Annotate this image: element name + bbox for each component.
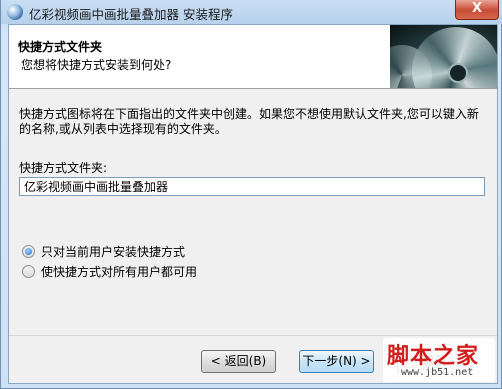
radio-button-unchecked[interactable] [22,265,35,278]
wizard-client-area: 快捷方式文件夹 您想将快捷方式安装到何处? 快捷方式图标将在下面指出的文件夹中创… [8,24,498,384]
description-text: 快捷方式图标将在下面指出的文件夹中创建。如果您不想使用默认文件夹,您可以键入新的… [19,107,479,136]
back-button[interactable]: < 返回(B) [201,350,276,373]
cd-disc-hole [448,63,468,83]
page-subtitle: 您想将快捷方式安装到何处? [21,58,172,72]
installer-window: 亿彩视频画中画批量叠加器 安装程序 X 快捷方式文件夹 您想将快捷方式安装到何处… [0,0,502,389]
window-title: 亿彩视频画中画批量叠加器 安装程序 [29,7,233,22]
radio-label-all-users: 使快捷方式对所有用户都可用 [41,265,198,279]
radio-all-users[interactable]: 使快捷方式对所有用户都可用 [22,263,197,279]
cd-banner-image [390,25,497,88]
shortcut-folder-input[interactable]: 亿彩视频画中画批量叠加器 [19,177,485,196]
close-button[interactable]: X [455,0,499,20]
page-title: 快捷方式文件夹 [18,40,103,54]
wizard-header: 快捷方式文件夹 您想将快捷方式安装到何处? [9,25,497,89]
watermark-logo-text: 脚本之家 [387,343,480,369]
site-watermark: 脚本之家 www.jb51.net [383,338,495,382]
radio-current-user[interactable]: 只对当前用户安装快捷方式 [22,243,185,259]
app-disc-icon [7,4,23,20]
radio-label-current-user: 只对当前用户安装快捷方式 [41,245,186,259]
title-bar: 亿彩视频画中画批量叠加器 安装程序 X [1,0,502,24]
radio-button-checked[interactable] [22,245,35,258]
folder-label: 快捷方式文件夹: [19,161,108,175]
watermark-url: www.jb51.net [401,367,474,378]
footer-divider [9,335,497,336]
next-button[interactable]: 下一步(N) > [299,350,374,373]
